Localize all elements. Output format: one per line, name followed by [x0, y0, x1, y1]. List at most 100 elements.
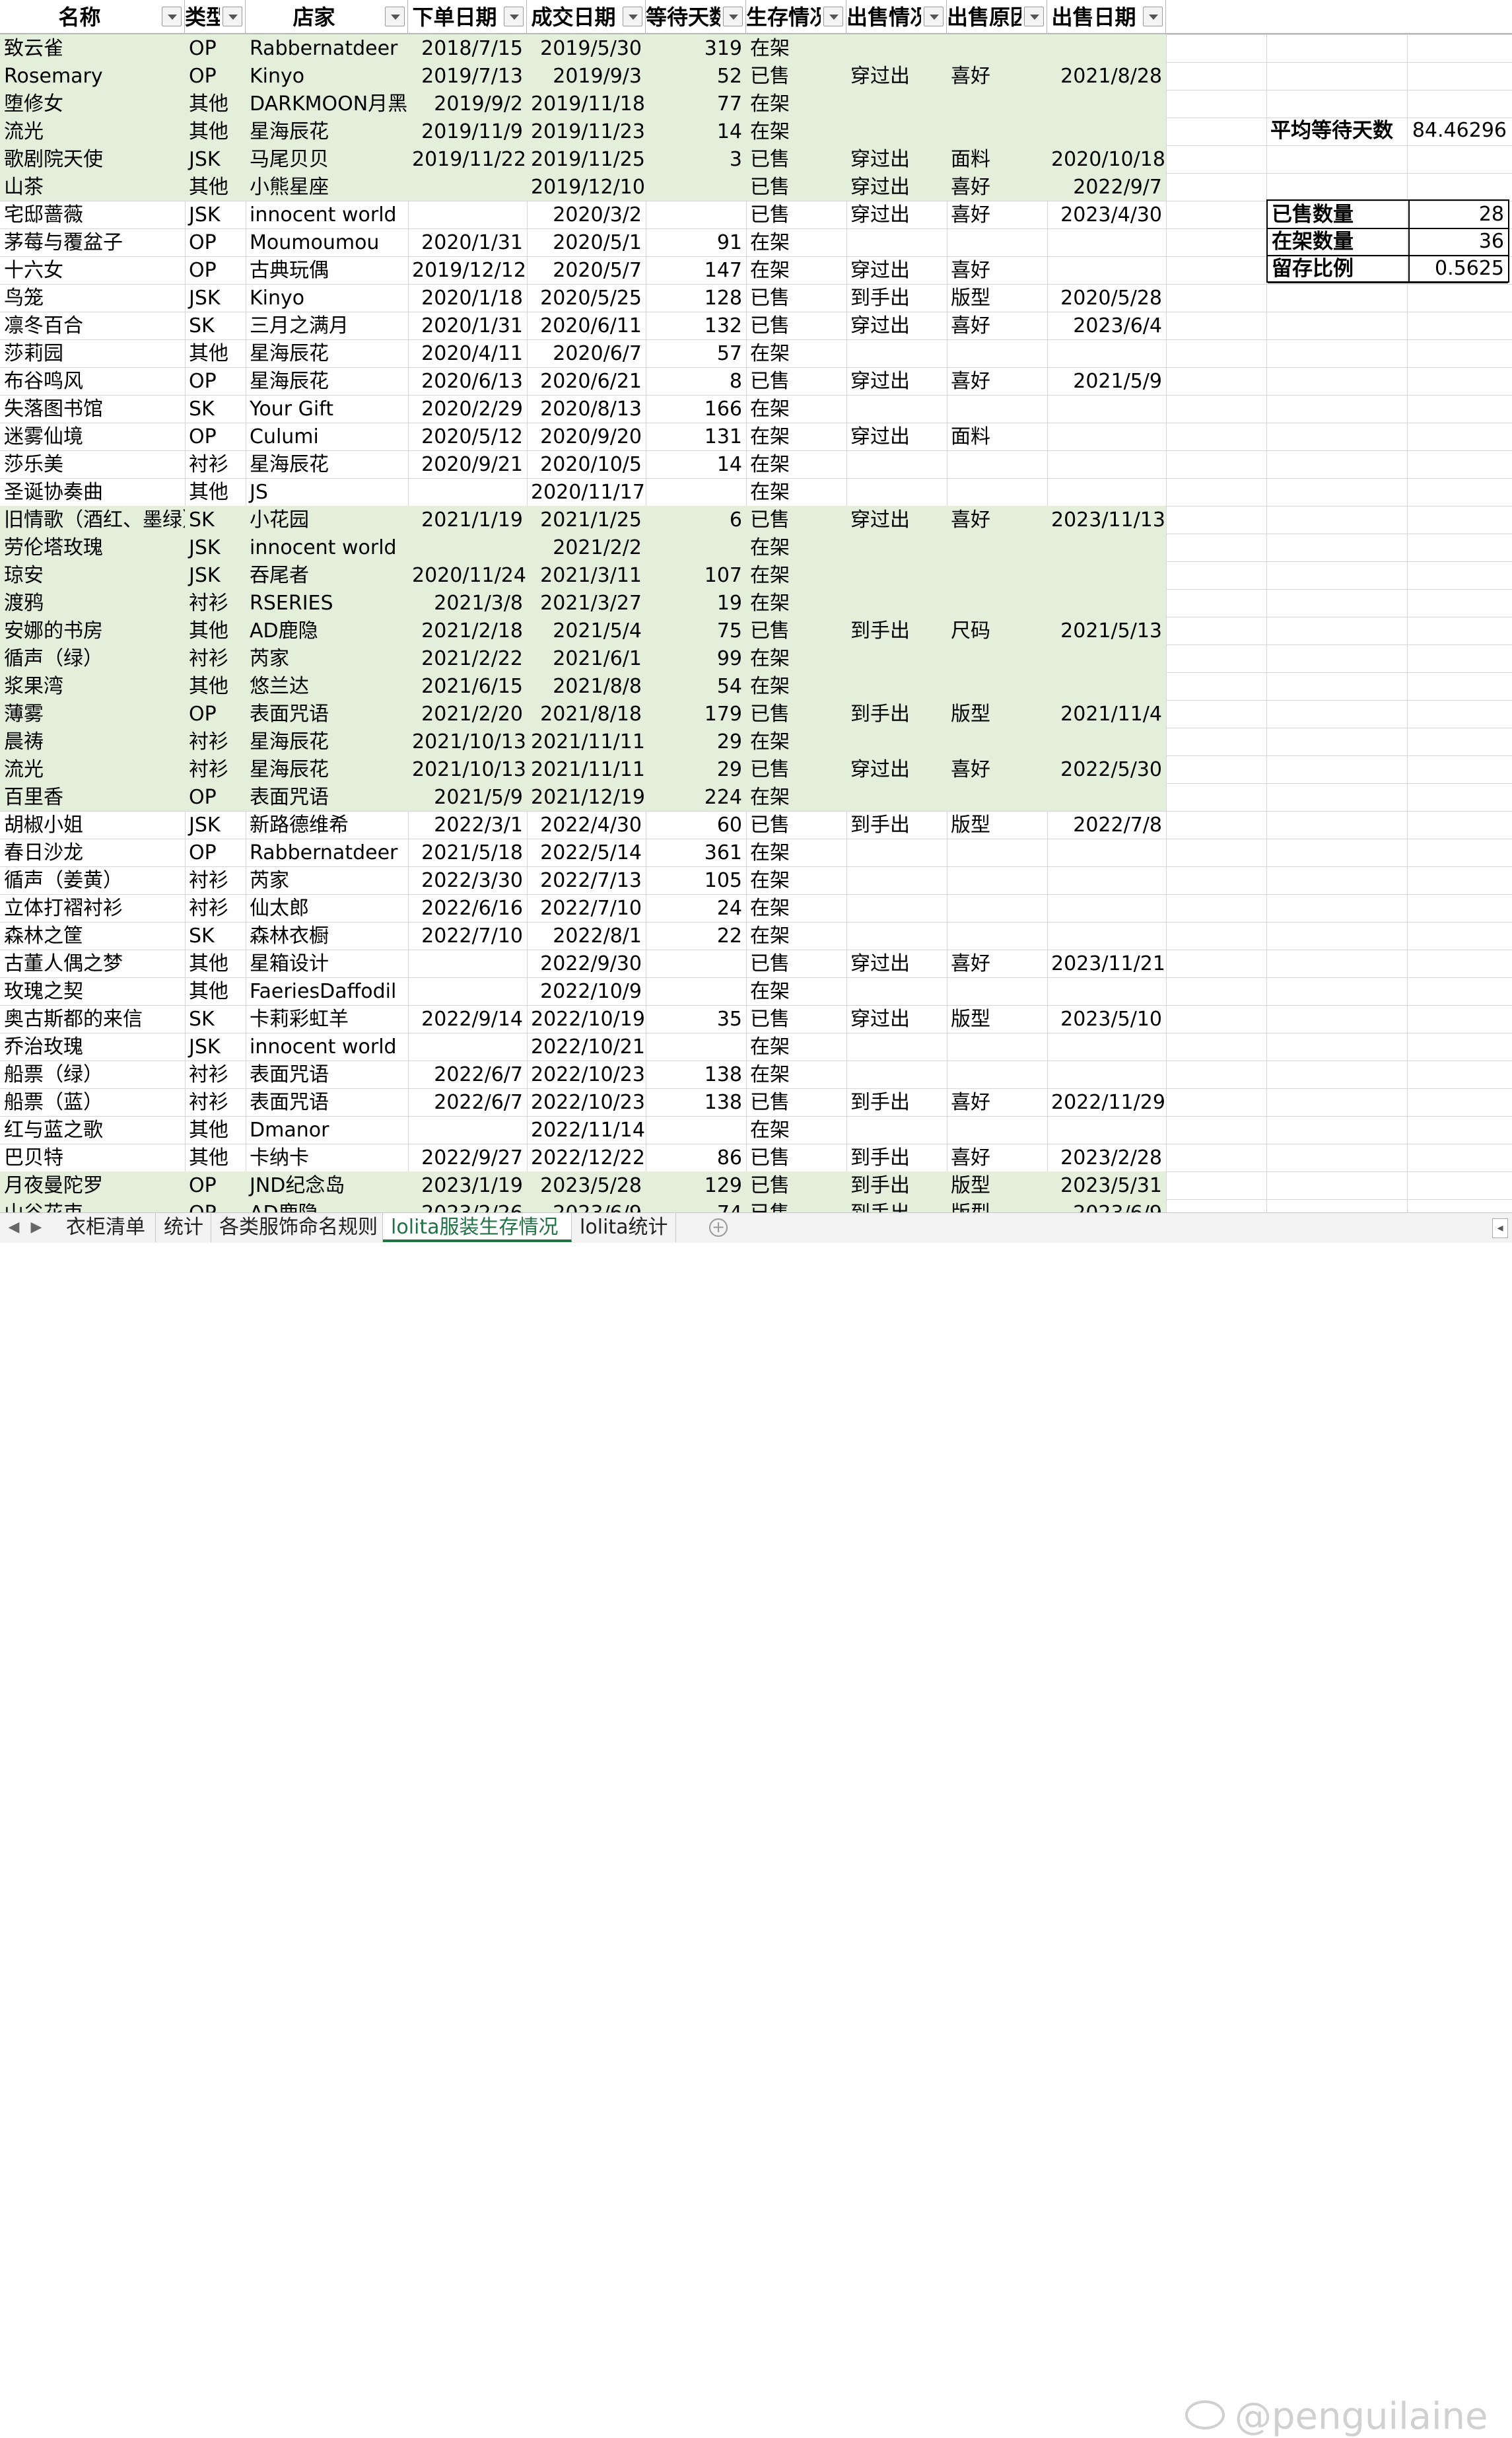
table-cell[interactable]: 循声（姜黄）	[0, 866, 185, 894]
table-cell[interactable]: 2019/11/18	[527, 90, 646, 118]
table-cell[interactable]: Rabbernatdeer	[246, 839, 408, 866]
table-cell[interactable]: 到手出	[846, 1144, 947, 1171]
table-cell[interactable]: 在架	[746, 395, 846, 423]
sheet-tab[interactable]: lolita服装生存情况	[383, 1213, 572, 1242]
table-cell[interactable]	[1047, 1061, 1166, 1088]
table-cell[interactable]	[1047, 589, 1166, 617]
table-cell[interactable]: 到手出	[846, 1088, 947, 1116]
table-cell[interactable]: OP	[185, 1199, 246, 1212]
table-cell[interactable]: innocent world	[246, 1033, 408, 1061]
table-cell[interactable]: 仙太郎	[246, 894, 408, 922]
filter-dropdown-icon[interactable]	[1143, 7, 1163, 26]
table-cell[interactable]	[646, 534, 746, 561]
table-cell[interactable]: 91	[646, 228, 746, 256]
table-cell[interactable]: 2020/5/7	[527, 256, 646, 284]
table-cell[interactable]: 已售	[746, 755, 846, 783]
table-cell[interactable]: 宅邸蔷薇	[0, 201, 185, 228]
table-cell[interactable]: 胡椒小姐	[0, 811, 185, 839]
table-cell[interactable]: 船票（绿）	[0, 1061, 185, 1088]
table-cell[interactable]: 2022/7/10	[408, 922, 527, 950]
table-cell[interactable]	[1047, 922, 1166, 950]
table-cell[interactable]: 179	[646, 700, 746, 728]
table-cell[interactable]: 107	[646, 561, 746, 589]
table-cell[interactable]: 57	[646, 339, 746, 367]
table-cell[interactable]	[947, 589, 1047, 617]
table-cell[interactable]: 2019/9/3	[527, 62, 646, 90]
table-cell[interactable]: 穿过出	[846, 145, 947, 173]
table-cell[interactable]	[1047, 450, 1166, 478]
table-cell[interactable]	[1047, 423, 1166, 450]
column-header[interactable]: 等待天数	[646, 0, 746, 33]
filter-dropdown-icon[interactable]	[162, 7, 182, 26]
table-cell[interactable]: 在架	[746, 1033, 846, 1061]
table-cell[interactable]	[947, 228, 1047, 256]
table-cell[interactable]: 百里香	[0, 783, 185, 811]
table-cell[interactable]: Moumoumou	[246, 228, 408, 256]
table-cell[interactable]: 其他	[185, 1144, 246, 1171]
table-cell[interactable]: OP	[185, 839, 246, 866]
table-cell[interactable]: 74	[646, 1199, 746, 1212]
table-cell[interactable]: 歌剧院天使	[0, 145, 185, 173]
table-cell[interactable]: 29	[646, 728, 746, 755]
table-cell[interactable]: 2021/1/25	[527, 506, 646, 534]
table-cell[interactable]: JSK	[185, 811, 246, 839]
table-cell[interactable]: 喜好	[947, 256, 1047, 284]
table-cell[interactable]: 2021/5/18	[408, 839, 527, 866]
table-cell[interactable]	[1047, 866, 1166, 894]
table-cell[interactable]: 2021/8/8	[527, 672, 646, 700]
table-cell[interactable]: 到手出	[846, 1199, 947, 1212]
table-cell[interactable]: 版型	[947, 1199, 1047, 1212]
table-cell[interactable]: 22	[646, 922, 746, 950]
table-cell[interactable]: 劳伦塔玫瑰	[0, 534, 185, 561]
table-cell[interactable]: 2022/9/30	[527, 950, 646, 977]
table-cell[interactable]: OP	[185, 256, 246, 284]
table-cell[interactable]: 75	[646, 617, 746, 644]
table-cell[interactable]: 在架	[746, 118, 846, 145]
table-cell[interactable]: 失落图书馆	[0, 395, 185, 423]
filter-dropdown-icon[interactable]	[823, 7, 843, 26]
table-cell[interactable]: 2021/2/2	[527, 534, 646, 561]
table-cell[interactable]	[947, 478, 1047, 506]
table-cell[interactable]	[1047, 256, 1166, 284]
table-cell[interactable]: 薄雾	[0, 700, 185, 728]
table-cell[interactable]: 版型	[947, 1005, 1047, 1033]
table-cell[interactable]: 已售	[746, 1088, 846, 1116]
table-cell[interactable]	[1047, 534, 1166, 561]
table-cell[interactable]	[646, 173, 746, 201]
retention-ratio-value[interactable]: 0.5625	[1410, 255, 1504, 283]
table-cell[interactable]: 2022/6/7	[408, 1061, 527, 1088]
table-cell[interactable]: 2020/8/13	[527, 395, 646, 423]
table-cell[interactable]: 已售	[746, 506, 846, 534]
table-cell[interactable]: 衬衫	[185, 728, 246, 755]
table-cell[interactable]: 穿过出	[846, 62, 947, 90]
table-cell[interactable]: 2019/11/22	[408, 145, 527, 173]
table-cell[interactable]: 安娜的书房	[0, 617, 185, 644]
table-cell[interactable]: 已售	[746, 312, 846, 339]
table-cell[interactable]: 2021/6/1	[527, 644, 646, 672]
table-cell[interactable]: 在架	[746, 561, 846, 589]
table-cell[interactable]	[947, 644, 1047, 672]
table-cell[interactable]: 表面咒语	[246, 700, 408, 728]
table-cell[interactable]: 2019/9/2	[408, 90, 527, 118]
table-cell[interactable]: 129	[646, 1171, 746, 1199]
table-cell[interactable]: 77	[646, 90, 746, 118]
table-cell[interactable]	[947, 894, 1047, 922]
table-cell[interactable]: innocent world	[246, 201, 408, 228]
table-cell[interactable]	[947, 839, 1047, 866]
table-cell[interactable]: 到手出	[846, 284, 947, 312]
tab-scroll-left-icon[interactable]: ◀	[4, 1217, 24, 1238]
table-cell[interactable]: 128	[646, 284, 746, 312]
table-cell[interactable]: JSK	[185, 561, 246, 589]
table-cell[interactable]: 在架	[746, 839, 846, 866]
table-cell[interactable]: 旧情歌（酒红、墨绿）	[0, 506, 185, 534]
table-cell[interactable]: 2020/6/11	[527, 312, 646, 339]
table-cell[interactable]: 船票（蓝）	[0, 1088, 185, 1116]
table-cell[interactable]: 在架	[746, 894, 846, 922]
table-cell[interactable]: 2022/7/10	[527, 894, 646, 922]
table-cell[interactable]: JND纪念岛	[246, 1171, 408, 1199]
table-cell[interactable]: 54	[646, 672, 746, 700]
table-cell[interactable]	[1047, 34, 1166, 62]
table-cell[interactable]: 2023/6/4	[1047, 312, 1166, 339]
table-cell[interactable]: SK	[185, 1005, 246, 1033]
table-cell[interactable]: 山谷花束	[0, 1199, 185, 1212]
